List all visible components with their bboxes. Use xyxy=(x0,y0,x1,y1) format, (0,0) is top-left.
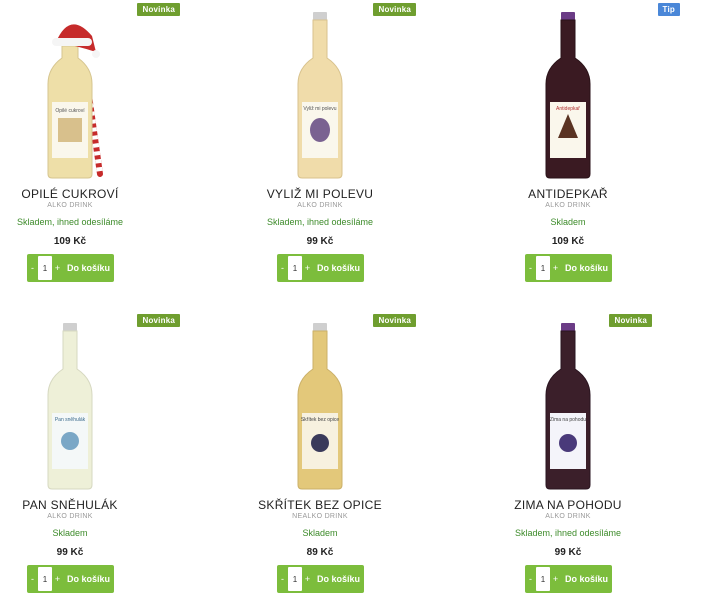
add-to-cart-button[interactable]: Do košíku xyxy=(561,574,612,584)
new-badge: Novinka xyxy=(137,314,180,327)
new-badge: Novinka xyxy=(137,3,180,16)
quantity-input[interactable]: 1 xyxy=(38,567,52,591)
quantity-input[interactable]: 1 xyxy=(536,567,550,591)
product-name[interactable]: PAN SNĚHULÁK xyxy=(0,498,140,512)
bottle-illustration: Skřítek bez opice xyxy=(297,323,343,490)
bottle-illustration: Opilé cukroví xyxy=(47,24,103,179)
svg-text:Skřítek bez opice: Skřítek bez opice xyxy=(301,417,340,423)
product-price: 99 Kč xyxy=(306,236,334,247)
product-card: Novinka Zima na pohodu ZIMA NA POHODU AL… xyxy=(472,311,708,600)
qty-minus-button[interactable]: - xyxy=(277,565,288,593)
qty-minus-button[interactable]: - xyxy=(277,254,288,282)
product-category: ALKO DRINK xyxy=(47,202,93,209)
product-card: Novinka Opilé cukroví OPILÉ CUKROVÍ ALKO… xyxy=(0,0,236,300)
product-image[interactable]: Pan sněhulák xyxy=(0,317,140,493)
svg-text:Zima na pohodu: Zima na pohodu xyxy=(550,417,586,423)
add-to-cart-button[interactable]: Do košíku xyxy=(313,263,364,273)
product-category: NEALKO DRINK xyxy=(292,513,348,520)
bottle-illustration: Vyliž mi polevu xyxy=(297,12,343,179)
bottle-illustration: Pan sněhulák xyxy=(47,323,93,490)
add-to-cart-group: - 1 + Do košíku xyxy=(525,254,612,282)
add-to-cart-button[interactable]: Do košíku xyxy=(63,263,114,273)
product-name[interactable]: ANTIDEPKAŘ xyxy=(498,187,638,201)
stock-status: Skladem, ihned odesíláme xyxy=(514,528,622,538)
qty-plus-button[interactable]: + xyxy=(302,254,313,282)
product-name[interactable]: ZIMA NA POHODU xyxy=(498,498,638,512)
product-category: ALKO DRINK xyxy=(47,513,93,520)
product-grid: Novinka Opilé cukroví OPILÉ CUKROVÍ ALKO… xyxy=(0,0,710,600)
add-to-cart-group: - 1 + Do košíku xyxy=(277,254,364,282)
stock-status: Skladem xyxy=(550,217,586,227)
qty-plus-button[interactable]: + xyxy=(52,565,63,593)
qty-plus-button[interactable]: + xyxy=(550,565,561,593)
qty-plus-button[interactable]: + xyxy=(550,254,561,282)
product-image[interactable]: Zima na pohodu xyxy=(498,317,638,493)
quantity-input[interactable]: 1 xyxy=(38,256,52,280)
add-to-cart-group: - 1 + Do košíku xyxy=(525,565,612,593)
qty-minus-button[interactable]: - xyxy=(27,565,38,593)
product-price: 89 Kč xyxy=(306,547,334,558)
product-price: 109 Kč xyxy=(53,236,87,247)
stock-status: Skladem xyxy=(52,528,88,538)
quantity-input[interactable]: 1 xyxy=(288,567,302,591)
qty-minus-button[interactable]: - xyxy=(525,254,536,282)
product-image[interactable]: Antidepkař xyxy=(498,6,638,182)
svg-text:Vyliž mi polevu: Vyliž mi polevu xyxy=(303,106,336,112)
product-image[interactable]: Opilé cukroví xyxy=(0,6,140,182)
add-to-cart-button[interactable]: Do košíku xyxy=(63,574,114,584)
product-card: Novinka Vyliž mi polevu VYLIŽ MI POLEVU … xyxy=(236,0,472,300)
product-price: 99 Kč xyxy=(554,547,582,558)
quantity-input[interactable]: 1 xyxy=(288,256,302,280)
product-card: Novinka Skřítek bez opice SKŘÍTEK BEZ OP… xyxy=(236,311,472,600)
product-category: ALKO DRINK xyxy=(545,202,591,209)
product-name[interactable]: OPILÉ CUKROVÍ xyxy=(0,187,140,201)
svg-text:Antidepkař: Antidepkař xyxy=(556,106,580,112)
product-card: Tip Antidepkař ANTIDEPKAŘ ALKO DRINK Skl… xyxy=(472,0,708,300)
svg-text:Pan sněhulák: Pan sněhulák xyxy=(55,417,86,423)
product-price: 99 Kč xyxy=(56,547,84,558)
product-image[interactable]: Vyliž mi polevu xyxy=(250,6,390,182)
product-name[interactable]: VYLIŽ MI POLEVU xyxy=(250,187,390,201)
qty-plus-button[interactable]: + xyxy=(52,254,63,282)
quantity-input[interactable]: 1 xyxy=(536,256,550,280)
svg-text:Opilé cukroví: Opilé cukroví xyxy=(55,108,85,114)
qty-minus-button[interactable]: - xyxy=(525,565,536,593)
product-price: 109 Kč xyxy=(551,236,585,247)
qty-plus-button[interactable]: + xyxy=(302,565,313,593)
add-to-cart-button[interactable]: Do košíku xyxy=(561,263,612,273)
product-card: Novinka Pan sněhulák PAN SNĚHULÁK ALKO D… xyxy=(0,311,236,600)
qty-minus-button[interactable]: - xyxy=(27,254,38,282)
tip-badge: Tip xyxy=(657,3,680,16)
product-category: ALKO DRINK xyxy=(297,202,343,209)
add-to-cart-group: - 1 + Do košíku xyxy=(27,565,114,593)
add-to-cart-group: - 1 + Do košíku xyxy=(27,254,114,282)
add-to-cart-group: - 1 + Do košíku xyxy=(277,565,364,593)
product-image[interactable]: Skřítek bez opice xyxy=(250,317,390,493)
product-category: ALKO DRINK xyxy=(545,513,591,520)
bottle-illustration: Zima na pohodu xyxy=(545,323,591,490)
bottle-illustration: Antidepkař xyxy=(545,12,591,179)
stock-status: Skladem, ihned odesíláme xyxy=(16,217,124,227)
product-name[interactable]: SKŘÍTEK BEZ OPICE xyxy=(250,498,390,512)
stock-status: Skladem, ihned odesíláme xyxy=(266,217,374,227)
stock-status: Skladem xyxy=(302,528,338,538)
add-to-cart-button[interactable]: Do košíku xyxy=(313,574,364,584)
